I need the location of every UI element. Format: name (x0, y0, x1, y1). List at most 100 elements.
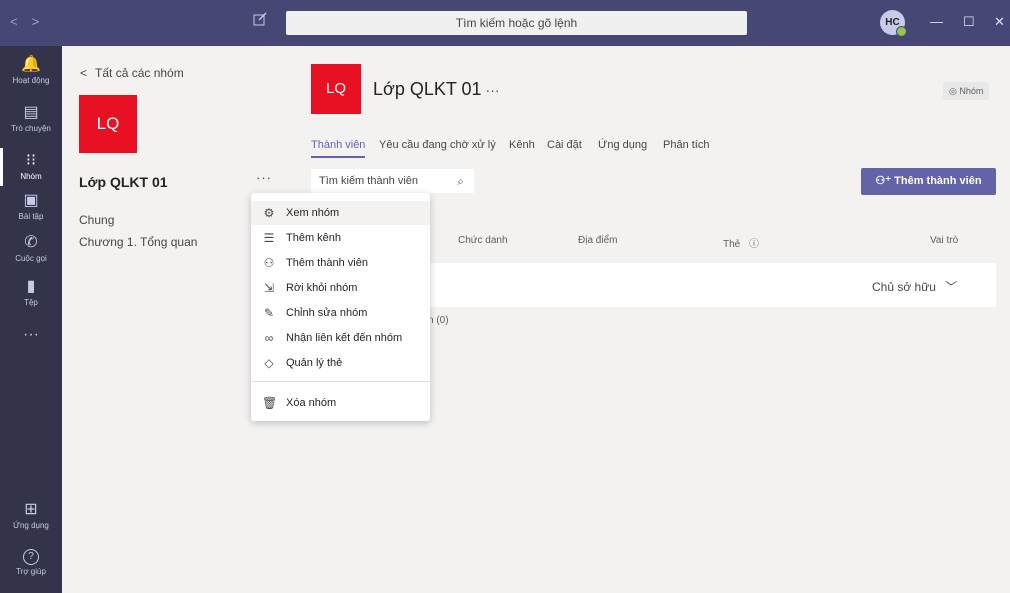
page-title: Lớp QLKT 01 ··· (373, 79, 500, 100)
tab-channels[interactable]: Kênh (509, 139, 535, 151)
tab-analytics[interactable]: Phân tích (663, 139, 709, 151)
tab-settings[interactable]: Cài đặt (547, 139, 582, 151)
team-context-menu: ⚙ Xem nhóm ☰ Thêm kênh ⚇ Thêm thành viên… (251, 193, 430, 421)
trash-icon: 🗑 (262, 396, 278, 410)
team-type-badge: ◎ Nhóm (943, 82, 990, 100)
chat-icon: ▤ (23, 104, 39, 121)
rail-files[interactable]: ▮ Tệp (0, 278, 62, 307)
rail-chat[interactable]: ▤ Trò chuyện (0, 104, 62, 133)
channel-item[interactable]: Chương 1. Tổng quan (79, 235, 197, 249)
column-header-title: Chức danh (458, 235, 508, 246)
tags-label: Thẻ (723, 239, 741, 250)
help-icon: ? (23, 549, 39, 565)
rail-assignments[interactable]: ▣ Bài tập (0, 192, 62, 221)
role-dropdown[interactable]: Chủ sở hữu ﹀ (872, 278, 957, 295)
add-member-icon: ⚇⁺ (875, 175, 892, 187)
edit-icon: ✎ (263, 306, 275, 320)
rail-activity[interactable]: 🔔 Hoạt động (0, 56, 62, 85)
compose-icon[interactable] (253, 12, 271, 30)
menu-item-leave-team[interactable]: ⇲ Rời khỏi nhóm (251, 276, 430, 300)
column-header-role: Vai trò (930, 235, 959, 246)
rail-calls[interactable]: ✆ Cuộc gọi (0, 234, 62, 263)
rail-label: Nhóm (20, 172, 42, 181)
rail-help[interactable]: ? Trợ giúp (0, 546, 62, 576)
all-teams-link[interactable]: < Tất cả các nhóm (80, 66, 184, 80)
settings-icon: ⚙ (263, 206, 275, 220)
tab-members[interactable]: Thành viên (311, 139, 366, 158)
add-member-icon: ⚇ (263, 256, 275, 270)
menu-item-add-member[interactable]: ⚇ Thêm thành viên (251, 251, 430, 275)
column-header-tags: Thẻ ⓘ (723, 235, 759, 250)
minimize-button[interactable]: — (930, 14, 943, 29)
badge-label: Nhóm (959, 86, 984, 96)
menu-item-add-channel[interactable]: ☰ Thêm kênh (251, 226, 430, 250)
leave-icon: ⇲ (263, 281, 275, 295)
history-nav: <> (10, 14, 53, 29)
tab-pending-requests[interactable]: Yêu cầu đang chờ xử lý (379, 139, 496, 151)
rail-label: Bài tập (18, 212, 44, 221)
file-icon: ▮ (26, 278, 36, 295)
menu-item-label: Xóa nhóm (286, 397, 337, 409)
forward-arrow-icon[interactable]: > (32, 14, 54, 29)
add-member-label: Thêm thành viên (894, 175, 982, 187)
rail-label: Tệp (24, 298, 38, 307)
rail-label: Trò chuyện (11, 124, 51, 133)
rail-apps[interactable]: ⊞ Ứng dụng (0, 501, 62, 530)
title-bar: <> Tìm kiếm hoặc gõ lệnh HC — ☐ ✕ (0, 0, 1010, 46)
assignments-icon: ▣ (23, 192, 39, 209)
rail-label: Ứng dụng (13, 521, 49, 530)
team-avatar: LQ (79, 95, 137, 153)
member-search-placeholder: Tìm kiếm thành viên (319, 175, 419, 187)
close-button[interactable]: ✕ (994, 14, 1005, 30)
menu-item-get-link[interactable]: ∞ Nhận liên kết đến nhóm (251, 326, 430, 350)
menu-item-view-team[interactable]: ⚙ Xem nhóm (251, 201, 430, 225)
app-rail: 🔔 Hoạt động ▤ Trò chuyện ⁝⁝ Nhóm ▣ Bài t… (0, 46, 62, 593)
menu-item-label: Chỉnh sửa nhóm (286, 307, 368, 319)
bell-icon: 🔔 (21, 56, 41, 73)
menu-item-manage-tags[interactable]: ◇ Quản lý thẻ (251, 351, 430, 375)
teams-icon: ⁝⁝ (25, 152, 37, 169)
link-icon: ∞ (264, 331, 274, 345)
rail-teams[interactable]: ⁝⁝ Nhóm (0, 148, 62, 186)
member-search-input[interactable]: Tìm kiếm thành viên ⌕ (311, 169, 474, 193)
back-arrow-icon[interactable]: < (10, 14, 32, 29)
add-member-button[interactable]: ⚇⁺ Thêm thành viên (861, 168, 996, 195)
tag-icon: ◇ (264, 356, 274, 370)
rail-label: Hoạt động (12, 76, 50, 85)
menu-item-label: Xem nhóm (286, 207, 340, 219)
rail-label: Trợ giúp (16, 567, 46, 576)
menu-item-label: Thêm kênh (286, 232, 342, 244)
tab-apps[interactable]: Ứng dụng (598, 139, 647, 151)
menu-item-edit-team[interactable]: ✎ Chỉnh sửa nhóm (251, 301, 430, 325)
more-icon: ··· (23, 326, 39, 343)
role-value: Chủ sở hữu (872, 280, 936, 294)
channel-item[interactable]: Chung (79, 213, 114, 227)
menu-divider (251, 381, 430, 382)
info-icon[interactable]: ⓘ (749, 239, 759, 250)
menu-item-delete-team[interactable]: 🗑 Xóa nhóm (251, 391, 430, 415)
team-avatar-large: LQ (311, 64, 361, 114)
menu-item-label: Nhận liên kết đến nhóm (286, 332, 403, 344)
user-avatar[interactable]: HC (880, 10, 907, 37)
phone-icon: ✆ (24, 234, 38, 251)
maximize-button[interactable]: ☐ (963, 14, 975, 30)
all-teams-label: Tất cả các nhóm (95, 66, 184, 80)
menu-item-label: Quản lý thẻ (286, 357, 343, 369)
chevron-down-icon: ﹀ (945, 280, 958, 294)
search-icon: ⌕ (457, 174, 464, 188)
team-more-options-button[interactable]: ··· (256, 170, 272, 185)
chevron-left-icon: < (80, 66, 88, 80)
menu-item-label: Rời khỏi nhóm (286, 282, 358, 294)
members-section-count[interactable]: n (0) (428, 315, 449, 326)
eye-icon: ◎ (949, 86, 957, 96)
apps-icon: ⊞ (24, 501, 38, 518)
rail-more[interactable]: ··· (0, 326, 62, 344)
team-name: Lớp QLKT 01 (79, 174, 168, 190)
add-channel-icon: ☰ (263, 231, 275, 245)
presence-icon (896, 26, 907, 37)
column-header-location: Địa điểm (578, 235, 618, 246)
team-title: Lớp QLKT 01 (373, 79, 482, 99)
command-search-input[interactable]: Tìm kiếm hoặc gõ lệnh (286, 11, 747, 35)
rail-label: Cuộc gọi (15, 254, 47, 263)
title-more-button[interactable]: ··· (486, 82, 500, 98)
